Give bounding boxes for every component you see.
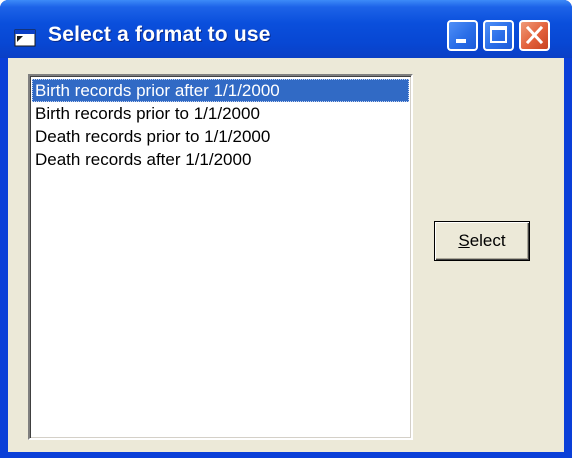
maximize-button[interactable] xyxy=(483,20,514,51)
list-item[interactable]: Birth records prior to 1/1/2000 xyxy=(32,102,409,125)
list-item[interactable]: Death records after 1/1/2000 xyxy=(32,148,409,171)
app-window-icon xyxy=(14,29,36,47)
title-bar[interactable]: Select a format to use xyxy=(0,0,572,58)
format-listbox[interactable]: Birth records prior after 1/1/2000 Birth… xyxy=(28,74,413,440)
list-item[interactable]: Birth records prior after 1/1/2000 xyxy=(32,79,409,102)
select-button-label: elect xyxy=(469,231,506,250)
close-icon xyxy=(525,25,544,45)
minimize-icon xyxy=(456,39,466,43)
dialog-window: Select a format to use Birth records pri… xyxy=(0,0,572,458)
maximize-icon xyxy=(490,26,507,43)
window-title: Select a format to use xyxy=(48,23,271,46)
select-button-accelerator: S xyxy=(458,231,470,250)
list-item[interactable]: Death records prior to 1/1/2000 xyxy=(32,125,409,148)
dialog-client-area: Birth records prior after 1/1/2000 Birth… xyxy=(8,58,564,452)
select-button[interactable]: Select xyxy=(434,221,530,261)
close-button[interactable] xyxy=(519,20,550,51)
minimize-button[interactable] xyxy=(447,20,478,51)
